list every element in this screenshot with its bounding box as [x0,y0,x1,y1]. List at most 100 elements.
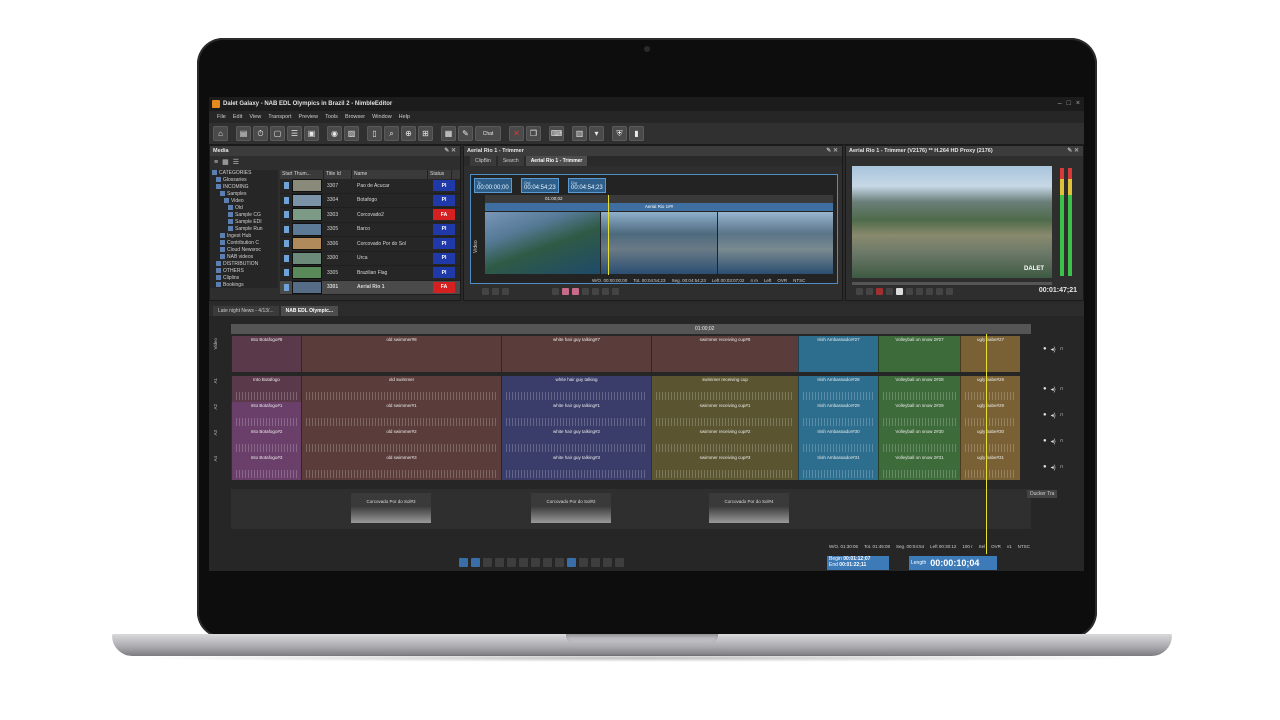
mark-out-icon[interactable] [562,288,569,295]
minimize-icon[interactable]: – [1058,100,1062,107]
tree-item[interactable]: Old [210,205,278,212]
layout-icon[interactable]: ▥ [572,126,587,141]
media-row[interactable]: 3303 Corcovado2 FA [280,208,460,223]
picture-icon[interactable]: ▦ [441,126,456,141]
timeline-clip[interactable]: white hair guy talking#2 [501,428,651,454]
timeline-clip[interactable]: Irish Ambassador#28 [798,376,878,402]
chat-button[interactable]: Chat [475,126,501,141]
speaker-icon[interactable]: ◂) [1051,346,1056,353]
shield-icon[interactable]: ⛨ [612,126,627,141]
roll-icon[interactable] [471,558,480,567]
tab-clipbin[interactable]: ClipBin [470,156,496,166]
speaker-icon[interactable]: ◂) [1051,412,1056,419]
play-icon[interactable] [896,288,903,295]
timeline-clip[interactable]: old swimmer#8 [301,336,501,372]
tree-item[interactable]: Glossaries [210,177,278,184]
record-icon[interactable] [876,288,883,295]
tc-out-field[interactable]: Out 00:04:54;23 [521,178,559,193]
menu-item[interactable]: Tools [325,114,338,120]
preview-video[interactable]: DALET [852,166,1052,278]
timeline-clip[interactable]: ugly babe#28 [960,376,1020,402]
timeline-clip[interactable]: Irish Ambassador#30 [798,428,878,454]
trimmer-filmstrip[interactable] [485,212,833,274]
folder-icon[interactable]: ▤ [236,126,251,141]
menu-item[interactable]: Edit [233,114,242,120]
tree-item[interactable]: Cliplins [210,275,278,282]
snap-icon[interactable] [567,558,576,567]
timeline-clip[interactable]: swimmer receiving cup#8 [651,336,798,372]
tree-item[interactable]: OTHERS [210,268,278,275]
music-clip[interactable]: Corcovado Por do Sol#3 [351,493,431,523]
media-row[interactable]: 3301 Aerial Rio 1 FA [280,280,460,295]
column-thumb[interactable]: Start Thum... [280,170,324,179]
media-thumbnail[interactable] [292,179,322,193]
media-thumbnail[interactable] [292,266,322,280]
timeline-clip[interactable]: Into Botafogo#8 [231,336,301,372]
menu-item[interactable]: File [217,114,226,120]
menu-item[interactable]: Preview [299,114,319,120]
settings-icon[interactable] [946,288,953,295]
speaker-icon[interactable]: ◂) [1051,464,1056,471]
column-title-id[interactable]: Title Id [324,170,352,179]
media-thumbnail[interactable] [292,280,322,294]
timeline-clip[interactable]: swimmer receiving cup#2 [651,428,798,454]
timeline-clip[interactable]: Volleyball on snow 2#27 [878,336,960,372]
media-row[interactable]: 3304 Botafogo PI [280,193,460,208]
headphone-icon[interactable]: ∩ [1060,464,1064,471]
zoom-out-icon[interactable] [555,558,564,567]
trimmer-ruler[interactable]: 01:00;02 [485,195,833,203]
loop-icon[interactable] [602,288,609,295]
image-icon[interactable]: ▨ [344,126,359,141]
media-thumbnail[interactable] [292,237,322,251]
film-icon[interactable] [579,558,588,567]
headphone-icon[interactable]: ∩ [1060,346,1064,353]
tree-item[interactable]: DISTRIBUTION [210,261,278,268]
tree-item[interactable]: Contribution C [210,240,278,247]
detail-view-icon[interactable]: ☰ [233,158,239,166]
home-icon[interactable]: ⌂ [213,126,228,141]
menu-item[interactable]: Help [399,114,410,120]
menu-item[interactable]: Browser [345,114,365,120]
ramp-icon[interactable] [615,558,624,567]
mark-in-icon[interactable] [552,288,559,295]
media-row[interactable]: 3306 Corcovado Por do Sol PI [280,237,460,252]
keyboard-icon[interactable]: ⌨ [549,126,564,141]
timeline-clip[interactable]: white hair guy talking#1 [501,402,651,428]
tree-item[interactable]: Video [210,198,278,205]
snap-icon[interactable] [612,288,619,295]
list-view-icon[interactable]: ≡ [214,159,218,166]
timeline-clip[interactable]: white hair guy talking#3 [501,454,651,480]
timeline-clip[interactable]: old swimmer [301,376,501,402]
zoom-in-icon[interactable] [582,288,589,295]
timeline-clip[interactable]: Volleyball on snow 2#31 [878,454,960,480]
dropdown-icon[interactable]: ▾ [589,126,604,141]
media-row[interactable]: 3307 Pao de Acucar PI [280,179,460,194]
tc-in-field[interactable]: Tc 00:00:00;00 [474,178,512,193]
media-row[interactable]: 3305 Brazilian Flag PI [280,266,460,281]
tree-item[interactable]: Sample Run [210,226,278,233]
timeline-clip[interactable]: old swimmer#3 [301,454,501,480]
timeline-clip[interactable]: old swimmer#1 [301,402,501,428]
eye-icon[interactable]: ◉ [327,126,342,141]
tab-search[interactable]: Search [497,156,524,166]
media-row[interactable]: 3305 Barco PI [280,222,460,237]
media-thumbnail[interactable] [292,208,322,222]
column-name[interactable]: Name [352,170,428,179]
media-thumbnail[interactable] [292,222,322,236]
list-icon[interactable]: ☰ [287,126,302,141]
timeline-clip[interactable]: Irish Ambassador#27 [798,336,878,372]
headphone-icon[interactable]: ∩ [1060,412,1064,419]
ripple-icon[interactable] [459,558,468,567]
menu-item[interactable]: Window [372,114,392,120]
zoom-out-icon[interactable] [592,288,599,295]
tab-trimmer[interactable]: Aerial Rio 1 - Trimmer [525,156,588,166]
comment-icon[interactable]: ✎ [458,126,473,141]
prev-icon[interactable] [886,288,893,295]
timeline-clip[interactable]: ugly babe#29 [960,402,1020,428]
column-status[interactable]: Status [428,170,452,179]
tree-item[interactable]: INCOMING [210,184,278,191]
grid-view-icon[interactable]: ▦ [222,158,229,166]
timeline-clip[interactable]: Volleyball on snow 2#30 [878,428,960,454]
grid-icon[interactable] [591,558,600,567]
timeline-ruler[interactable]: 01:00;02 [231,324,1031,334]
